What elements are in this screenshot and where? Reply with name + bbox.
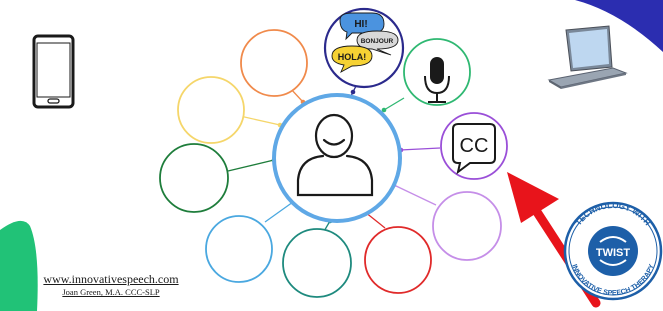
footer-credit: www.innovativespeech.com Joan Green, M.A… xyxy=(36,272,186,298)
connector-cc xyxy=(399,147,441,151)
ring-orange xyxy=(240,29,308,97)
ring-yellow xyxy=(177,76,245,144)
bubble-bonjour-text: BONJOUR xyxy=(361,38,394,45)
bubble-hi-text: HI! xyxy=(354,19,367,30)
ring-violet xyxy=(432,191,502,261)
website-link[interactable]: www.innovativespeech.com xyxy=(36,272,186,286)
connector-skyblue xyxy=(264,201,294,223)
author-credit: Joan Green, M.A. CCC-SLP xyxy=(62,287,160,297)
center-ring xyxy=(272,93,402,223)
ring-teal xyxy=(282,228,352,298)
ring-darkgreen xyxy=(159,143,229,213)
diagram-canvas: HI! BONJOUR HOLA! CC TECHNOLOGY WITH INN… xyxy=(0,0,663,311)
ring-skyblue xyxy=(205,215,273,283)
twist-logo: TECHNOLOGY WITH INNOVATIVE SPEECH THERAP… xyxy=(563,201,663,301)
bubble-hola-text: HOLA! xyxy=(338,52,367,62)
corner-shape-bottom-left xyxy=(0,220,38,311)
connector-yellow xyxy=(239,115,281,126)
ring-red xyxy=(364,226,432,294)
connector-darkgreen xyxy=(227,159,275,172)
cc-text: CC xyxy=(460,135,489,157)
connector-microphone xyxy=(383,97,405,111)
badge-center-text: TWIST xyxy=(596,247,630,259)
laptop-icon xyxy=(547,25,628,89)
connector-violet xyxy=(393,184,437,206)
phone-icon xyxy=(32,34,75,109)
